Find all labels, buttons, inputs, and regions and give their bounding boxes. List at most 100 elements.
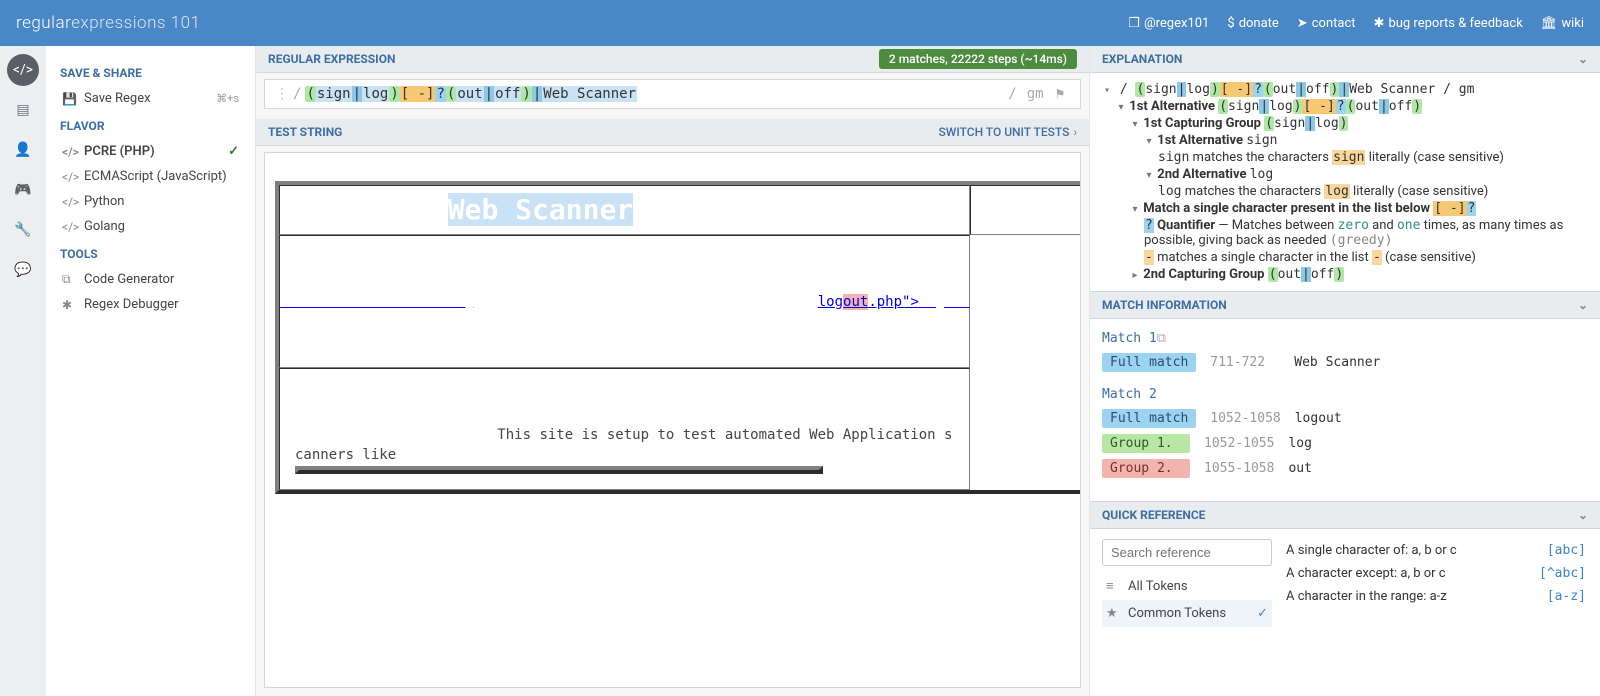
switch-unit-tests-link[interactable]: SWITCH TO UNIT TESTS› [939, 125, 1077, 139]
match-badge: Group 2. [1102, 459, 1190, 478]
iconbar-chat[interactable]: 💬 [7, 254, 39, 286]
save-share-header: SAVE & SHARE [60, 66, 241, 80]
save-regex-label: Save Regex [84, 91, 151, 106]
flavor-item[interactable]: </>PCRE (PHP)✓ [60, 139, 241, 164]
header-link[interactable]: 🏛wiki [1541, 16, 1584, 31]
match-range: 1052-1055 [1204, 436, 1274, 451]
match-1-title[interactable]: Match 1⧉ [1102, 327, 1588, 350]
code-icon: </> [62, 170, 76, 184]
category-icon: ≡ [1106, 578, 1120, 594]
regex-input-row[interactable]: ⋮ / (sign|log)[ -]?(out|off)|Web Scanner… [264, 79, 1081, 109]
regex-flags[interactable]: gm [1021, 86, 1050, 102]
regex-debugger-item[interactable]: ✱ Regex Debugger [60, 292, 241, 317]
iconbar: </> ▤ 👤 🎮 🔧 💬 [0, 46, 46, 696]
quick-reference-body: ≡All Tokens★Common Tokens✓ A single char… [1090, 529, 1600, 637]
chevron-right-icon: › [1073, 125, 1077, 139]
match-badge: Full match [1102, 409, 1196, 428]
header-link[interactable]: ➤contact [1297, 16, 1356, 31]
code-generator-item[interactable]: ⧉ Code Generator [60, 267, 241, 292]
category-icon: ★ [1106, 606, 1120, 621]
chevron-down-icon[interactable]: ⌄ [1578, 52, 1588, 66]
test-string-input[interactable]: Web Scanner Test Site Welcome back Admin… [264, 152, 1081, 688]
center-panel: REGULAR EXPRESSION 2 matches, 22222 step… [256, 46, 1090, 696]
right-panel: EXPLANATION ⌄ ▾ / (sign|log)[ -]?(out|of… [1090, 46, 1600, 696]
match-row[interactable]: Group 1. 1052-1055 log [1102, 431, 1588, 456]
header-link[interactable]: $donate [1227, 16, 1278, 31]
match-badge: Full match [1102, 353, 1196, 372]
logo[interactable]: regularexpressions 101 [16, 13, 201, 33]
match-info-body: Match 1⧉ Full match 711-722 Web Scanner Ma… [1090, 319, 1600, 489]
header-link[interactable]: ✱bug reports & feedback [1374, 16, 1523, 31]
regex-menu-icon[interactable]: ⋮ [275, 86, 289, 102]
regex-header: REGULAR EXPRESSION 2 matches, 22222 step… [256, 46, 1089, 73]
match-info-header[interactable]: MATCH INFORMATION ⌄ [1090, 291, 1600, 319]
match-text: Web Scanner [1294, 355, 1380, 370]
code-icon: </> [62, 220, 76, 234]
external-link-icon[interactable]: ⧉ [1157, 331, 1166, 346]
match-range: 1055-1058 [1204, 461, 1274, 476]
code-generator-label: Code Generator [84, 272, 174, 287]
logo-part1: regular [16, 13, 71, 33]
search-reference-input[interactable] [1102, 539, 1272, 566]
code-icon: ⧉ [62, 272, 76, 287]
save-shortcut: ⌘+s [216, 92, 239, 105]
header-link[interactable]: ❐@regex101 [1128, 16, 1209, 31]
flavor-header: FLAVOR [60, 119, 241, 133]
regex-delimiter-close: / [1004, 86, 1020, 102]
match-text: out [1288, 461, 1311, 476]
match-2-title[interactable]: Match 2 [1102, 383, 1588, 406]
qr-category[interactable]: ≡All Tokens [1102, 572, 1272, 600]
test-string-label: TEST STRING [268, 125, 342, 139]
chevron-down-icon[interactable]: ⌄ [1578, 508, 1588, 522]
iconbar-game[interactable]: 🎮 [7, 174, 39, 206]
iconbar-editor[interactable]: </> [7, 54, 39, 86]
link-icon: ✱ [1374, 16, 1385, 31]
code-icon: </> [62, 145, 76, 159]
code-icon: </> [62, 195, 76, 209]
regex-delimiter-open: / [289, 86, 305, 102]
iconbar-account[interactable]: 👤 [7, 134, 39, 166]
chevron-down-icon[interactable]: ⌄ [1578, 298, 1588, 312]
link-icon: 🏛 [1541, 16, 1558, 31]
iconbar-library[interactable]: ▤ [7, 94, 39, 126]
match-row[interactable]: Full match 1052-1058 logout [1102, 406, 1588, 431]
explanation-header[interactable]: EXPLANATION ⌄ [1090, 46, 1600, 73]
qr-item[interactable]: A single character of: a, b or c[abc] [1284, 539, 1588, 562]
explanation-body: ▾ / (sign|log)[ -]?(out|off)|Web Scanner… [1090, 73, 1600, 291]
check-icon: ✓ [228, 144, 239, 159]
iconbar-settings[interactable]: 🔧 [7, 214, 39, 246]
match-range: 711-722 [1210, 355, 1280, 370]
save-icon: 💾 [62, 92, 76, 106]
match-range: 1052-1058 [1210, 411, 1280, 426]
flavor-item[interactable]: </>ECMAScript (JavaScript) [60, 164, 241, 189]
test-string-header: TEST STRING SWITCH TO UNIT TESTS› [256, 119, 1089, 146]
flavor-item[interactable]: </>Golang [60, 214, 241, 239]
match-text: log [1288, 436, 1311, 451]
flags-icon[interactable]: ⚑ [1050, 86, 1070, 102]
regex-pattern-input[interactable]: (sign|log)[ -]?(out|off)|Web Scanner [305, 86, 1004, 102]
qr-category[interactable]: ★Common Tokens✓ [1102, 600, 1272, 627]
match-row[interactable]: Group 2. 1055-1058 out [1102, 456, 1588, 481]
logo-part2: expressions [71, 13, 166, 33]
qr-item[interactable]: A character in the range: a-z[a-z] [1284, 585, 1588, 608]
save-regex-item[interactable]: 💾 Save Regex ⌘+s [60, 86, 241, 111]
logo-part3: 101 [171, 13, 201, 33]
match-row[interactable]: Full match 711-722 Web Scanner [1102, 350, 1588, 375]
header-links: ❐@regex101 $donate ➤contact ✱bug reports & … [1128, 16, 1584, 31]
bug-icon: ✱ [62, 298, 76, 312]
link-icon: ❐ [1128, 16, 1140, 31]
link-icon: ➤ [1297, 16, 1308, 31]
check-icon: ✓ [1257, 606, 1268, 621]
match-badge: Group 1. [1102, 434, 1190, 453]
regex-debugger-label: Regex Debugger [84, 297, 179, 312]
match-status-badge: 2 matches, 22222 steps (~14ms) [879, 49, 1077, 69]
sidebar: SAVE & SHARE 💾 Save Regex ⌘+s FLAVOR </>… [46, 46, 256, 696]
quick-reference-header[interactable]: QUICK REFERENCE ⌄ [1090, 501, 1600, 529]
match-text: logout [1295, 411, 1342, 426]
app-header: regularexpressions 101 ❐@regex101 $donate… [0, 0, 1600, 46]
qr-item[interactable]: A character except: a, b or c[^abc] [1284, 562, 1588, 585]
regex-header-label: REGULAR EXPRESSION [268, 52, 395, 66]
tools-header: TOOLS [60, 247, 241, 261]
link-icon: $ [1227, 16, 1234, 31]
flavor-item[interactable]: </>Python [60, 189, 241, 214]
